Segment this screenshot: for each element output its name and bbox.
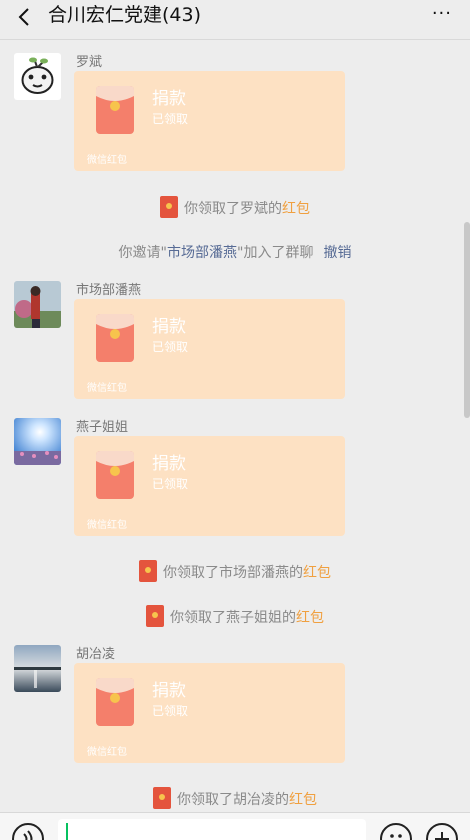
- red-packet-link[interactable]: 红包: [296, 610, 324, 626]
- packet-status: 已领取: [152, 477, 189, 491]
- red-packet[interactable]: 捐款 已领取 微信红包: [74, 436, 345, 536]
- red-packet-icon: [96, 314, 134, 362]
- system-message: 你领取了燕子姐姐的红包: [0, 605, 470, 627]
- input-bar: [0, 812, 470, 840]
- packet-footer: 微信红包: [87, 383, 127, 394]
- system-text: 你领取了燕子姐姐的: [170, 610, 296, 626]
- sender-name: 罗斌: [76, 55, 103, 70]
- system-message: 你领取了市场部潘燕的红包: [0, 560, 470, 582]
- packet-footer: 微信红包: [87, 520, 127, 531]
- sender-name: 胡冶凌: [76, 647, 116, 662]
- sender-name: 市场部潘燕: [76, 283, 142, 298]
- packet-title: 捐款: [152, 681, 186, 701]
- message-input[interactable]: [58, 819, 366, 840]
- system-text: 你领取了罗斌的: [184, 201, 282, 217]
- packet-status: 已领取: [152, 340, 189, 354]
- red-packet-link[interactable]: 红包: [303, 565, 331, 581]
- red-packet-icon: [96, 451, 134, 499]
- system-text: 你领取了市场部潘燕的: [163, 565, 303, 581]
- avatar[interactable]: [14, 418, 61, 465]
- chat-title: 合川宏仁党建(43): [48, 4, 202, 26]
- emoji-icon[interactable]: [380, 823, 412, 840]
- red-packet-icon: [160, 196, 178, 218]
- system-text: 你邀请": [118, 245, 167, 261]
- red-packet-icon: [153, 787, 171, 809]
- undo-link[interactable]: 撤销: [323, 245, 351, 261]
- more-icon[interactable]: ···: [432, 2, 452, 26]
- system-message: 你领取了罗斌的红包: [0, 196, 470, 218]
- invitee-name-link[interactable]: 市场部潘燕: [167, 245, 237, 261]
- red-packet-icon: [96, 678, 134, 726]
- packet-title: 捐款: [152, 317, 186, 337]
- avatar[interactable]: [14, 281, 61, 328]
- plus-icon[interactable]: [426, 823, 458, 840]
- red-packet-link[interactable]: 红包: [289, 792, 317, 808]
- red-packet-icon: [96, 86, 134, 134]
- chat-header: 合川宏仁党建(43) ···: [0, 0, 470, 40]
- system-text: 你领取了胡冶凌的: [177, 792, 289, 808]
- avatar[interactable]: [14, 53, 61, 100]
- invite-message: 你邀请"市场部潘燕"加入了群聊 撤销: [0, 242, 470, 262]
- red-packet-icon: [146, 605, 164, 627]
- red-packet-link[interactable]: 红包: [282, 201, 310, 217]
- red-packet-icon: [139, 560, 157, 582]
- text-cursor: [66, 823, 68, 840]
- back-arrow-icon[interactable]: [14, 6, 36, 28]
- sender-name: 燕子姐姐: [76, 420, 129, 435]
- packet-footer: 微信红包: [87, 747, 127, 758]
- red-packet[interactable]: 捐款 已领取 微信红包: [74, 71, 345, 171]
- system-message: 你领取了胡冶凌的红包: [0, 787, 470, 809]
- system-text: "加入了群聊: [237, 245, 314, 261]
- scrollbar[interactable]: [464, 222, 470, 418]
- packet-title: 捐款: [152, 454, 186, 474]
- red-packet[interactable]: 捐款 已领取 微信红包: [74, 299, 345, 399]
- packet-footer: 微信红包: [87, 155, 127, 166]
- red-packet[interactable]: 捐款 已领取 微信红包: [74, 663, 345, 763]
- voice-icon[interactable]: [12, 823, 44, 840]
- packet-status: 已领取: [152, 704, 189, 718]
- packet-status: 已领取: [152, 112, 189, 126]
- avatar[interactable]: [14, 645, 61, 692]
- packet-title: 捐款: [152, 89, 186, 109]
